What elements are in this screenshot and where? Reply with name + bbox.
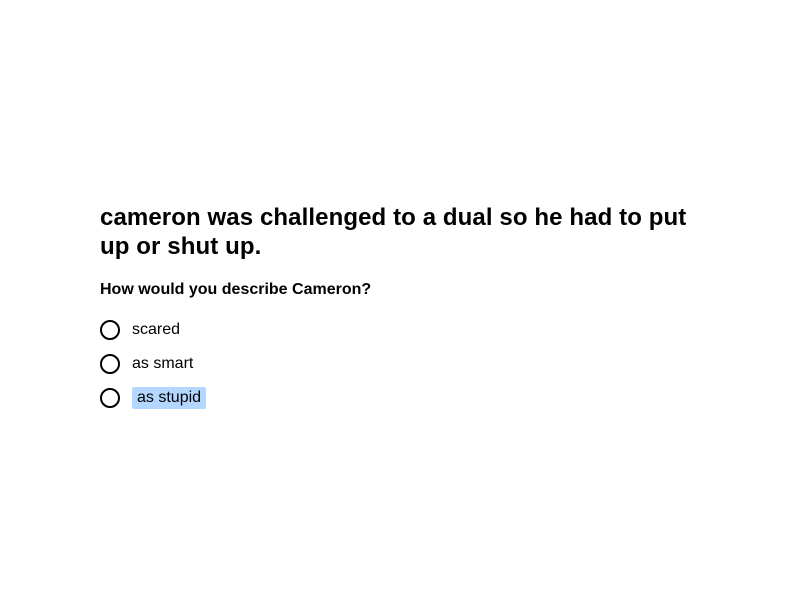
radio-button-scared[interactable] (100, 320, 120, 340)
question-card: cameron was challenged to a dual so he h… (100, 203, 700, 415)
radio-button-as-smart[interactable] (100, 354, 120, 374)
radio-button-as-stupid[interactable] (100, 388, 120, 408)
question-text: How would you describe Cameron? (100, 281, 372, 298)
option-as-smart[interactable]: as smart (100, 347, 700, 381)
option-label-highlighted[interactable]: as stupid (132, 387, 207, 409)
option-label[interactable]: scared (132, 319, 180, 341)
prompt-title: cameron was challenged to a dual so he h… (100, 204, 687, 260)
option-label[interactable]: as smart (132, 353, 193, 375)
option-as-stupid[interactable]: as stupid (100, 381, 700, 415)
option-scared[interactable]: scared (100, 313, 700, 347)
radio-group: scared as smart as stupid (100, 313, 700, 415)
page: cameron was challenged to a dual so he h… (0, 0, 800, 600)
